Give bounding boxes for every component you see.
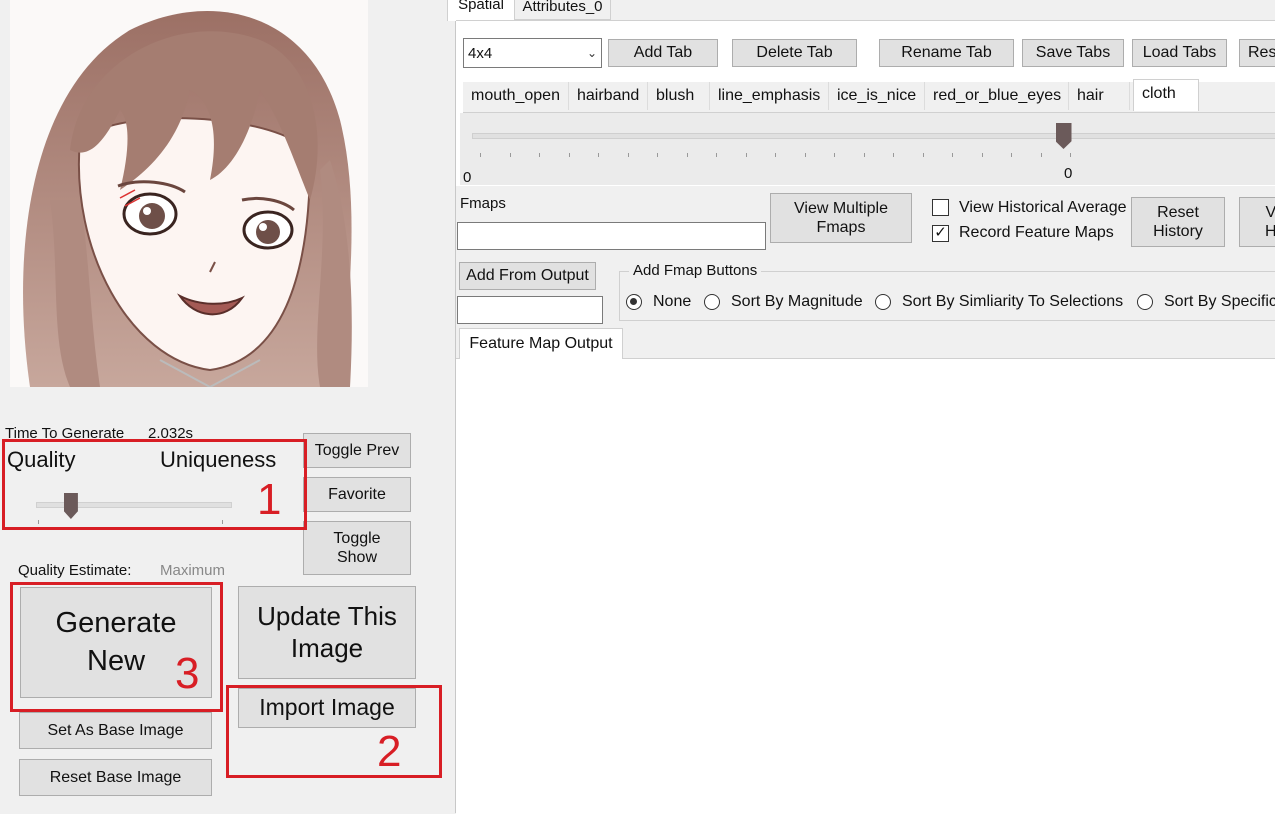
sort-none-label: None [653, 293, 692, 310]
favorite-button[interactable]: Favorite [303, 477, 411, 512]
attribute-slider-tick [1040, 153, 1042, 157]
attribute-slider-tick [539, 153, 540, 157]
anime-face-illustration [10, 0, 368, 387]
add-from-output-input[interactable] [457, 296, 603, 324]
attribute-slider-tick [480, 153, 481, 157]
attr-tab-ice-is-nice[interactable]: ice_is_nice [829, 82, 925, 110]
attribute-slider-tick [775, 153, 776, 157]
attribute-slider-tick [804, 153, 806, 157]
attribute-slider-tick [716, 153, 717, 157]
sort-none-radio[interactable] [626, 294, 642, 310]
sort-by-specific-label: Sort By Specific [1164, 293, 1275, 310]
toggle-prev-button[interactable]: Toggle Prev [303, 433, 411, 468]
attribute-slider-tick [863, 153, 865, 157]
set-as-base-image-button[interactable]: Set As Base Image [19, 712, 212, 749]
attribute-slider-tick [893, 153, 894, 157]
feature-map-output-area [457, 359, 1275, 813]
attribute-slider-tick [598, 153, 599, 157]
attr-tab-line-emphasis[interactable]: line_emphasis [710, 82, 829, 110]
time-to-generate-value: 2.032s [148, 425, 194, 442]
reset-base-image-button[interactable]: Reset Base Image [19, 759, 212, 796]
attr-tab-hair[interactable]: hair [1069, 82, 1130, 110]
rename-tab-button[interactable]: Rename Tab [879, 39, 1014, 67]
delete-tab-button[interactable]: Delete Tab [732, 39, 857, 67]
attr-tab-blush[interactable]: blush [648, 82, 710, 110]
sort-by-magnitude-radio[interactable] [704, 294, 720, 310]
attribute-slider-tick [922, 153, 924, 157]
uniqueness-label: Uniqueness [160, 447, 277, 472]
attribute-slider-area: 0 0 [460, 113, 1275, 186]
attribute-slider-tick [509, 153, 511, 157]
view-historical-average-label: View Historical Average [959, 199, 1127, 216]
quality-label: Quality [7, 447, 76, 472]
annotation-number-2: 2 [377, 727, 402, 776]
grid-size-dropdown-value: 4x4 [468, 44, 493, 62]
chevron-down-icon: ⌄ [586, 46, 597, 60]
grid-size-dropdown[interactable]: 4x4 ⌄ [463, 38, 602, 68]
quality-slider-tick-right [222, 520, 223, 524]
view-historical-average-checkbox[interactable] [932, 199, 949, 216]
update-this-image-button[interactable]: Update This Image [238, 586, 416, 679]
reset-tabs-button[interactable]: Res [1239, 39, 1275, 67]
attribute-slider-tick [686, 153, 688, 157]
attribute-slider-tick [1011, 153, 1012, 157]
annotation-number-1: 1 [257, 475, 282, 524]
record-feature-maps-checkbox[interactable]: ✓ [932, 225, 949, 242]
import-image-button[interactable]: Import Image [238, 688, 416, 728]
record-feature-maps-label: Record Feature Maps [959, 224, 1114, 241]
add-from-output-button[interactable]: Add From Output [459, 262, 596, 290]
attr-tab-mouth-open[interactable]: mouth_open [463, 82, 569, 110]
quality-slider-tick-left [38, 520, 39, 524]
quality-slider-thumb[interactable] [63, 493, 78, 519]
view-history-button[interactable]: V H [1239, 197, 1275, 247]
fmaps-input[interactable] [457, 222, 766, 250]
tab-attributes-0-label: Attributes_0 [522, 0, 603, 15]
attribute-slider-tick [834, 153, 835, 157]
quality-estimate-label: Quality Estimate: [18, 562, 132, 579]
attribute-slider-min-label: 0 [463, 169, 472, 186]
attribute-tabs-strip: mouth_open hairband blush line_emphasis … [463, 79, 1275, 113]
fmaps-label: Fmaps [460, 195, 506, 212]
attribute-slider-value-label: 0 [1064, 165, 1073, 182]
attribute-slider-tick [627, 153, 629, 157]
view-multiple-fmaps-button[interactable]: View Multiple Fmaps [770, 193, 912, 243]
save-tabs-button[interactable]: Save Tabs [1022, 39, 1124, 67]
add-fmap-buttons-label: Add Fmap Buttons [629, 262, 762, 279]
attr-tab-cloth[interactable]: cloth [1133, 79, 1199, 111]
attribute-slider-ticks [472, 153, 1275, 157]
reset-history-button[interactable]: Reset History [1131, 197, 1225, 247]
quality-slider[interactable] [36, 490, 232, 524]
generated-image [10, 0, 368, 387]
attribute-slider-tick [657, 153, 658, 157]
attr-tab-red-or-blue-eyes[interactable]: red_or_blue_eyes [925, 82, 1069, 110]
time-to-generate-label: Time To Generate [5, 425, 125, 442]
tab-attributes-0[interactable]: Attributes_0 [514, 0, 611, 20]
attribute-slider-tick [981, 153, 983, 157]
attribute-slider-track [472, 133, 1275, 139]
quality-estimate-value: Maximum [160, 562, 226, 579]
attribute-slider-tick [745, 153, 747, 157]
load-tabs-button[interactable]: Load Tabs [1132, 39, 1227, 67]
sort-by-magnitude-label: Sort By Magnitude [731, 293, 863, 310]
add-tab-button[interactable]: Add Tab [608, 39, 718, 67]
tab-feature-map-output-label: Feature Map Output [469, 335, 613, 352]
attribute-slider-tick [568, 153, 570, 157]
annotation-number-3: 3 [175, 649, 200, 698]
tab-spatial[interactable]: Spatial [447, 0, 515, 21]
sort-by-specific-radio[interactable] [1137, 294, 1153, 310]
toggle-show-button[interactable]: Toggle Show [303, 521, 411, 575]
sort-by-similarity-radio[interactable] [875, 294, 891, 310]
attribute-slider-tick [1070, 153, 1071, 157]
attribute-slider[interactable] [472, 123, 1275, 159]
attribute-slider-thumb[interactable] [1055, 123, 1072, 149]
attr-tab-hairband[interactable]: hairband [569, 82, 648, 110]
tab-feature-map-output[interactable]: Feature Map Output [459, 328, 623, 360]
attribute-slider-tick [952, 153, 953, 157]
tab-spatial-label: Spatial [458, 0, 504, 13]
sort-by-similarity-label: Sort By Simliarity To Selections [902, 293, 1124, 310]
